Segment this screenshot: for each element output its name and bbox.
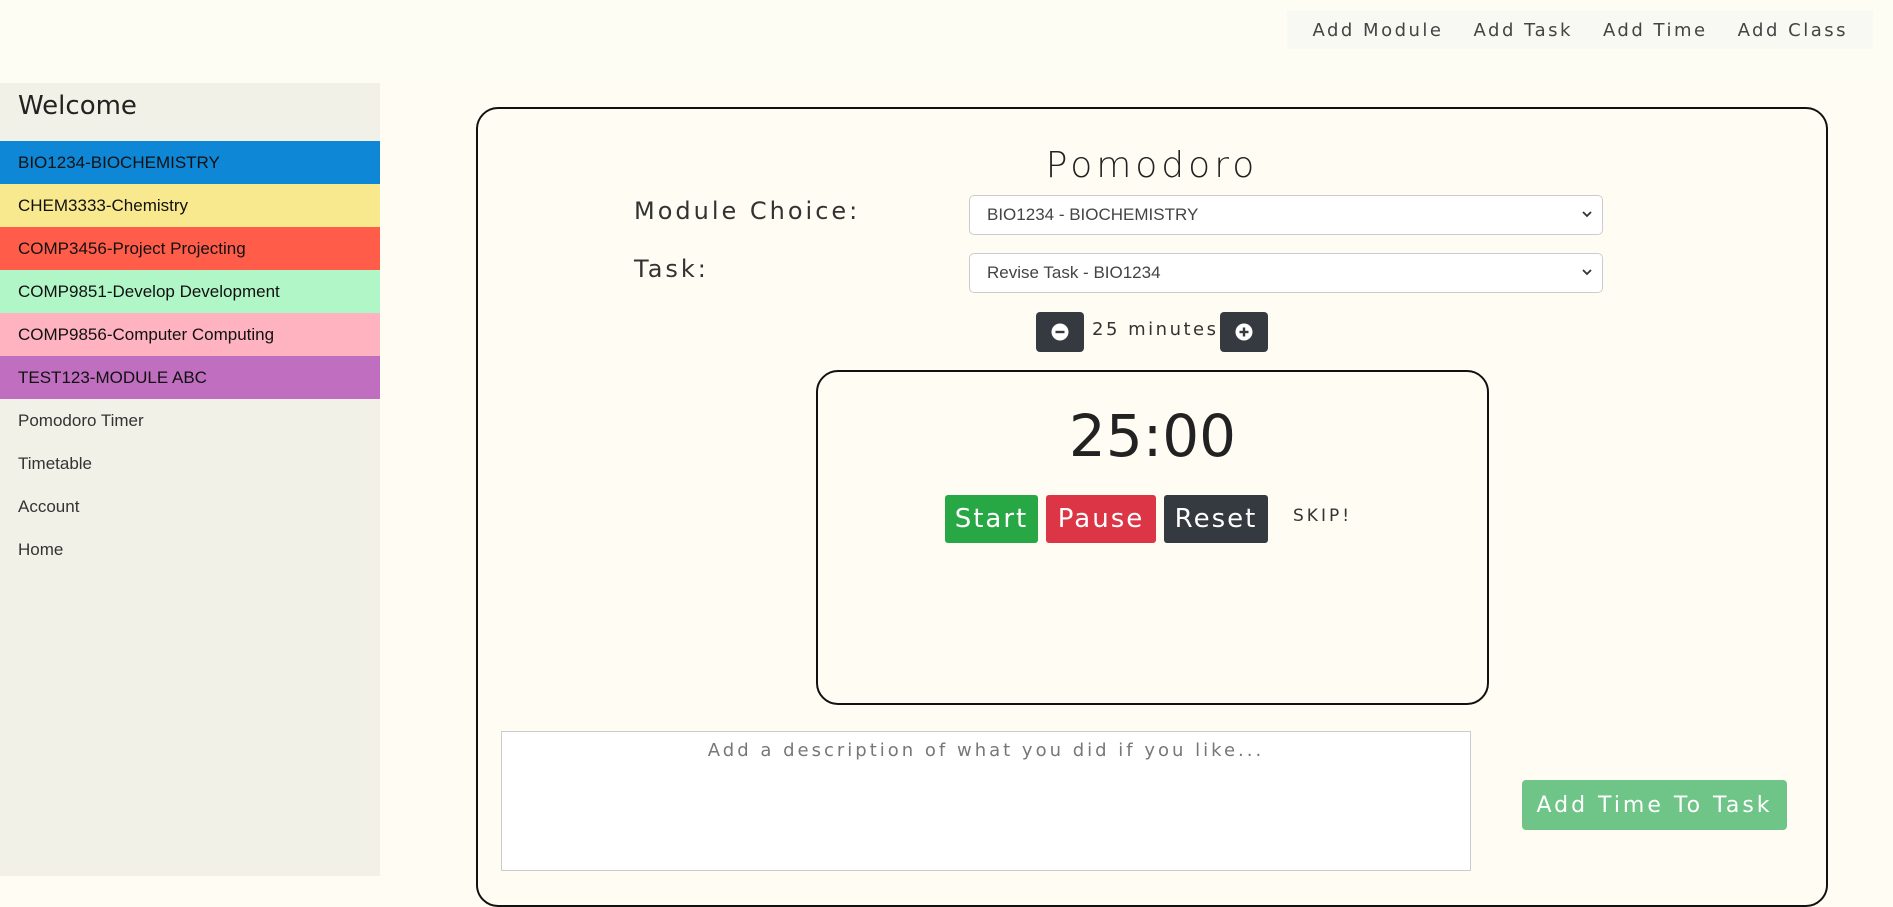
reset-button[interactable]: Reset: [1164, 495, 1268, 543]
sidebar-item-timetable[interactable]: Timetable: [0, 442, 380, 485]
sidebar-title: Welcome: [18, 91, 137, 121]
sidebar-module-comp3456[interactable]: COMP3456-Project Projecting: [0, 227, 380, 270]
sidebar-item-pomodoro-timer[interactable]: Pomodoro Timer: [0, 399, 380, 442]
module-select-value: BIO1234 - BIOCHEMISTRY: [987, 205, 1199, 224]
description-textarea[interactable]: Add a description of what you did if you…: [501, 731, 1471, 871]
start-button[interactable]: Start: [945, 495, 1038, 543]
page-title: Pomodoro: [1045, 145, 1259, 186]
task-label: Task:: [634, 255, 709, 283]
top-nav-links: Add Module Add Task Add Time Add Class: [1287, 11, 1873, 49]
module-choice-label: Module Choice:: [634, 197, 861, 225]
task-select[interactable]: Revise Task - BIO1234: [969, 253, 1603, 293]
sidebar-module-chem3333[interactable]: CHEM3333-Chemistry: [0, 184, 380, 227]
module-select[interactable]: BIO1234 - BIOCHEMISTRY: [969, 195, 1603, 235]
duration-text: 25 minutes: [1092, 319, 1219, 340]
task-select-value: Revise Task - BIO1234: [987, 263, 1161, 282]
plus-circle-icon: [1235, 323, 1253, 341]
sidebar: Welcome BIO1234-BIOCHEMISTRY CHEM3333-Ch…: [0, 83, 380, 876]
add-class-link[interactable]: Add Class: [1723, 20, 1863, 41]
sidebar-item-account[interactable]: Account: [0, 485, 380, 528]
chevron-down-icon: [1582, 269, 1592, 276]
sidebar-item-home[interactable]: Home: [0, 528, 380, 571]
skip-button[interactable]: SKIP!: [1293, 506, 1352, 526]
chevron-down-icon: [1582, 211, 1592, 218]
add-task-link[interactable]: Add Task: [1459, 20, 1588, 41]
decrease-duration-button[interactable]: [1036, 312, 1084, 352]
top-navbar: Add Module Add Task Add Time Add Class: [0, 0, 1893, 83]
increase-duration-button[interactable]: [1220, 312, 1268, 352]
timer-box: 25:00 Start Pause Reset SKIP!: [816, 370, 1489, 705]
sidebar-module-comp9851[interactable]: COMP9851-Develop Development: [0, 270, 380, 313]
pomodoro-card: Pomodoro Module Choice: BIO1234 - BIOCHE…: [476, 107, 1828, 907]
add-module-link[interactable]: Add Module: [1297, 20, 1458, 41]
minus-circle-icon: [1051, 323, 1069, 341]
timer-display: 25:00: [1068, 402, 1237, 470]
add-time-to-task-button[interactable]: Add Time To Task: [1522, 780, 1787, 830]
description-placeholder: Add a description of what you did if you…: [707, 740, 1265, 761]
add-time-link[interactable]: Add Time: [1588, 20, 1723, 41]
sidebar-module-comp9856[interactable]: COMP9856-Computer Computing: [0, 313, 380, 356]
sidebar-module-test123[interactable]: TEST123-MODULE ABC: [0, 356, 380, 399]
pause-button[interactable]: Pause: [1046, 495, 1156, 543]
sidebar-module-bio1234[interactable]: BIO1234-BIOCHEMISTRY: [0, 141, 380, 184]
